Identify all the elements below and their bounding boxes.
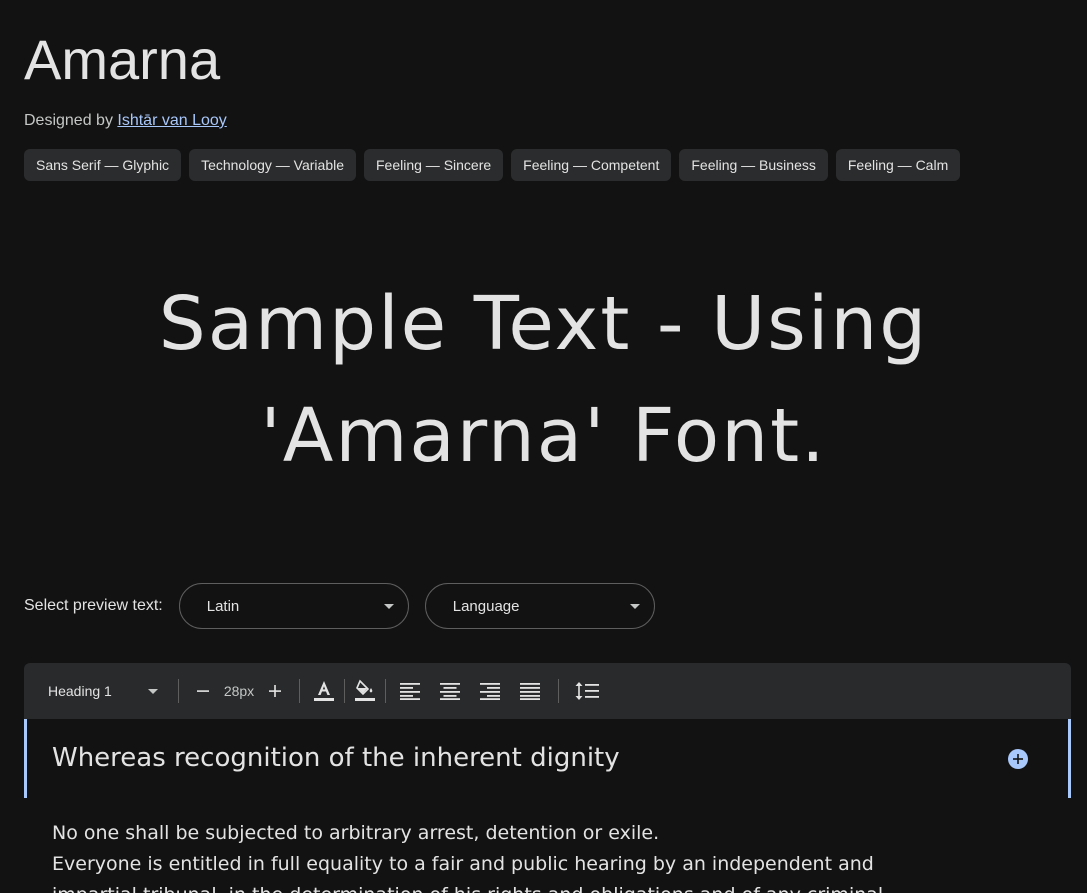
text-style-select[interactable]: Heading 1 xyxy=(48,683,158,699)
align-left-icon xyxy=(400,683,420,700)
script-select-value: Latin xyxy=(206,598,240,615)
toolbar-divider xyxy=(178,679,179,703)
fill-color-button[interactable] xyxy=(349,675,381,707)
paragraph-block[interactable]: No one shall be subjected to arbitrary a… xyxy=(52,818,932,893)
script-select[interactable]: Latin xyxy=(178,583,409,629)
designer-prefix: Designed by xyxy=(24,112,118,129)
heading-text[interactable]: Whereas recognition of the inherent dign… xyxy=(52,739,620,777)
sample-text: Sample Text - Using 'Amarna' Font. xyxy=(0,268,1087,492)
toolbar-divider xyxy=(299,679,300,703)
text-color-icon xyxy=(314,681,334,701)
toolbar-divider xyxy=(558,679,559,703)
text-color-button[interactable] xyxy=(308,675,340,707)
language-select-value: Language xyxy=(452,598,520,615)
minus-icon xyxy=(197,690,209,692)
paragraph-line: No one shall be subjected to arbitrary a… xyxy=(52,822,660,844)
designer-line: Designed by Ishtār van Looy xyxy=(24,110,227,132)
toolbar-divider xyxy=(385,679,386,703)
dropdown-arrow-icon xyxy=(383,604,394,609)
add-block-button[interactable] xyxy=(1008,749,1028,769)
align-center-button[interactable] xyxy=(430,675,470,707)
align-left-button[interactable] xyxy=(390,675,430,707)
heading-block[interactable]: Whereas recognition of the inherent dign… xyxy=(24,719,1071,798)
tag-chip[interactable]: Technology — Variable xyxy=(189,149,356,181)
align-justify-icon xyxy=(520,683,540,700)
line-height-button[interactable] xyxy=(567,675,607,707)
paragraph-line: impartial tribunal, in the determination… xyxy=(52,880,932,893)
align-right-icon xyxy=(480,683,500,700)
preview-controls: Select preview text: Latin Language xyxy=(24,583,671,629)
tag-chip[interactable]: Feeling — Competent xyxy=(511,149,672,181)
sample-text-line: Sample Text - Using xyxy=(158,281,929,367)
align-right-button[interactable] xyxy=(470,675,510,707)
tag-list: Sans Serif — Glyphic Technology — Variab… xyxy=(24,149,961,181)
tag-chip[interactable]: Feeling — Calm xyxy=(835,149,961,181)
increase-size-button[interactable] xyxy=(259,675,291,707)
dropdown-arrow-icon xyxy=(148,689,158,694)
toolbar-divider xyxy=(344,679,345,703)
paragraph-line: Everyone is entitled in full equality to… xyxy=(52,853,874,875)
text-style-value: Heading 1 xyxy=(48,683,112,699)
line-height-icon xyxy=(575,682,599,700)
decrease-size-button[interactable] xyxy=(187,675,219,707)
align-justify-button[interactable] xyxy=(510,675,550,707)
font-size-value[interactable]: 28px xyxy=(219,683,259,699)
dropdown-arrow-icon xyxy=(629,604,640,609)
tag-chip[interactable]: Feeling — Business xyxy=(679,149,828,181)
plus-icon xyxy=(1013,754,1023,764)
preview-label: Select preview text: xyxy=(24,597,163,614)
font-specimen-page: Amarna Designed by Ishtār van Looy Sans … xyxy=(0,0,1087,893)
language-select[interactable]: Language xyxy=(424,583,655,629)
tag-chip[interactable]: Feeling — Sincere xyxy=(364,149,504,181)
plus-icon xyxy=(269,685,281,697)
editor-toolbar: Heading 1 28px xyxy=(24,663,1071,719)
font-title: Amarna xyxy=(24,28,221,91)
tag-chip[interactable]: Sans Serif — Glyphic xyxy=(24,149,182,181)
sample-text-line: 'Amarna' Font. xyxy=(260,393,827,479)
fill-color-icon xyxy=(355,679,375,701)
align-center-icon xyxy=(440,683,460,700)
designer-link[interactable]: Ishtār van Looy xyxy=(117,112,226,129)
